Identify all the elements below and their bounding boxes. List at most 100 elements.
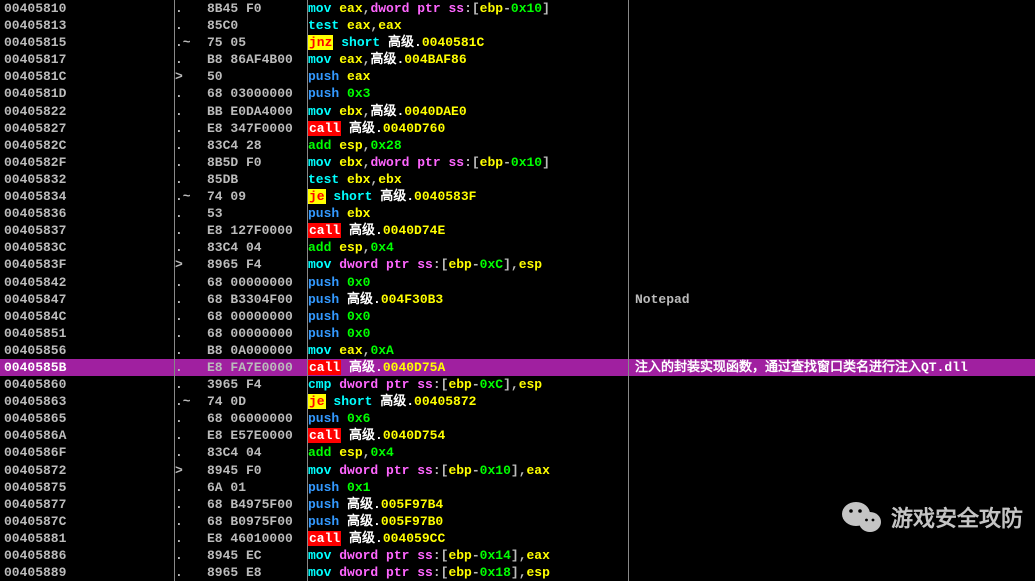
address: 0040582C bbox=[0, 137, 174, 154]
disassembly: add esp,0x28 bbox=[308, 137, 628, 154]
disassembly: push 0x0 bbox=[308, 308, 628, 325]
bytes: 68 06000000 bbox=[207, 410, 307, 427]
address: 0040581C bbox=[0, 68, 174, 85]
comment bbox=[629, 154, 1035, 171]
bytes: E8 347F0000 bbox=[207, 120, 307, 137]
disassembly: mov eax,dword ptr ss:[ebp-0x10] bbox=[308, 0, 628, 17]
marker: . bbox=[175, 547, 207, 564]
address: 00405872 bbox=[0, 462, 174, 479]
asm-row[interactable]: 00405837.E8 127F0000call 高级.0040D74E bbox=[0, 222, 1035, 239]
disassembly: call 高级.0040D754 bbox=[308, 427, 628, 444]
asm-row[interactable]: 0040582C.83C4 28add esp,0x28 bbox=[0, 137, 1035, 154]
asm-row[interactable]: 00405875.6A 01push 0x1 bbox=[0, 479, 1035, 496]
asm-row[interactable]: 00405847.68 B3304F00push 高级.004F30B3Note… bbox=[0, 291, 1035, 308]
asm-row[interactable]: 00405813.85C0test eax,eax bbox=[0, 17, 1035, 34]
asm-row[interactable]: 0040583C.83C4 04add esp,0x4 bbox=[0, 239, 1035, 256]
asm-row[interactable]: 00405856.B8 0A000000mov eax,0xA bbox=[0, 342, 1035, 359]
disassembly: mov eax,0xA bbox=[308, 342, 628, 359]
watermark-badge: 游戏安全攻防 bbox=[841, 499, 1023, 535]
address: 00405822 bbox=[0, 103, 174, 120]
bytes: 83C4 28 bbox=[207, 137, 307, 154]
asm-row[interactable]: 0040583F>8965 F4mov dword ptr ss:[ebp-0x… bbox=[0, 256, 1035, 273]
asm-row[interactable]: 00405832.85DBtest ebx,ebx bbox=[0, 171, 1035, 188]
asm-row[interactable]: 00405822.BB E0DA4000mov ebx,高级.0040DAE0 bbox=[0, 103, 1035, 120]
comment bbox=[629, 205, 1035, 222]
marker: . bbox=[175, 137, 207, 154]
bytes: 8965 E8 bbox=[207, 564, 307, 581]
disassembly-listing[interactable]: 00405810. 8B45 F0mov eax,dword ptr ss:[eb… bbox=[0, 0, 1035, 581]
bytes: 8B45 F0 bbox=[207, 0, 307, 17]
marker: > bbox=[175, 68, 207, 85]
disassembly: add esp,0x4 bbox=[308, 239, 628, 256]
disassembly: mov ebx,dword ptr ss:[ebp-0x10] bbox=[308, 154, 628, 171]
bytes: BB E0DA4000 bbox=[207, 103, 307, 120]
marker: .~ bbox=[175, 188, 207, 205]
comment: Notepad bbox=[629, 291, 1035, 308]
marker: . bbox=[175, 103, 207, 120]
asm-row[interactable]: 00405842.68 00000000push 0x0 bbox=[0, 274, 1035, 291]
marker: . bbox=[175, 85, 207, 102]
comment bbox=[629, 376, 1035, 393]
asm-row[interactable]: 00405860.3965 F4cmp dword ptr ss:[ebp-0x… bbox=[0, 376, 1035, 393]
disassembly: jnz short 高级.0040581C bbox=[308, 34, 628, 51]
asm-row[interactable]: 0040585B.E8 FA7E0000call 高级.0040D75A注入的封… bbox=[0, 359, 1035, 376]
marker: > bbox=[175, 462, 207, 479]
disassembly: push 高级.005F97B4 bbox=[308, 496, 628, 513]
asm-row[interactable]: 00405851.68 00000000push 0x0 bbox=[0, 325, 1035, 342]
asm-row[interactable]: 00405815.~75 05jnz short 高级.0040581C bbox=[0, 34, 1035, 51]
asm-row[interactable]: 0040586F.83C4 04add esp,0x4 bbox=[0, 444, 1035, 461]
address: 00405856 bbox=[0, 342, 174, 359]
disassembly: push 0x0 bbox=[308, 274, 628, 291]
asm-row[interactable]: 00405827.E8 347F0000call 高级.0040D760 bbox=[0, 120, 1035, 137]
asm-row[interactable]: 00405872>8945 F0mov dword ptr ss:[ebp-0x… bbox=[0, 462, 1035, 479]
marker: . bbox=[175, 239, 207, 256]
bytes: 50 bbox=[207, 68, 307, 85]
address: 00405842 bbox=[0, 274, 174, 291]
address: 00405865 bbox=[0, 410, 174, 427]
asm-row[interactable]: 0040581C>50push eax bbox=[0, 68, 1035, 85]
comment bbox=[629, 68, 1035, 85]
bytes: 68 03000000 bbox=[207, 85, 307, 102]
comment bbox=[629, 239, 1035, 256]
address: 0040581D bbox=[0, 85, 174, 102]
comment bbox=[629, 188, 1035, 205]
address: 00405813 bbox=[0, 17, 174, 34]
bytes: 74 0D bbox=[207, 393, 307, 410]
address: 0040582F bbox=[0, 154, 174, 171]
asm-row[interactable]: 0040584C.68 00000000push 0x0 bbox=[0, 308, 1035, 325]
address: 00405851 bbox=[0, 325, 174, 342]
asm-row[interactable]: 00405817.B8 86AF4B00mov eax,高级.004BAF86 bbox=[0, 51, 1035, 68]
disassembly: push 0x3 bbox=[308, 85, 628, 102]
marker: .~ bbox=[175, 393, 207, 410]
disassembly: mov dword ptr ss:[ebp-0x10],eax bbox=[308, 462, 628, 479]
bytes: E8 46010000 bbox=[207, 530, 307, 547]
comment bbox=[629, 51, 1035, 68]
asm-row[interactable]: 0040582F.8B5D F0mov ebx,dword ptr ss:[eb… bbox=[0, 154, 1035, 171]
asm-row[interactable]: 0040581D.68 03000000push 0x3 bbox=[0, 85, 1035, 102]
disassembly: push eax bbox=[308, 68, 628, 85]
marker: . bbox=[175, 359, 207, 376]
asm-row[interactable]: 00405886.8945 ECmov dword ptr ss:[ebp-0x… bbox=[0, 547, 1035, 564]
comment bbox=[629, 444, 1035, 461]
disassembly: mov dword ptr ss:[ebp-0x18],esp bbox=[308, 564, 628, 581]
asm-row[interactable]: 00405865.68 06000000push 0x6 bbox=[0, 410, 1035, 427]
asm-row[interactable]: 00405810.8B45 F0mov eax,dword ptr ss:[eb… bbox=[0, 0, 1035, 17]
bytes: 3965 F4 bbox=[207, 376, 307, 393]
asm-row[interactable]: 00405836.53push ebx bbox=[0, 205, 1035, 222]
marker: . bbox=[175, 51, 207, 68]
bytes: E8 E57E0000 bbox=[207, 427, 307, 444]
address: 0040583F bbox=[0, 256, 174, 273]
asm-row[interactable]: 00405889.8965 E8mov dword ptr ss:[ebp-0x… bbox=[0, 564, 1035, 581]
comment bbox=[629, 462, 1035, 479]
asm-row[interactable]: 0040586A.E8 E57E0000call 高级.0040D754 bbox=[0, 427, 1035, 444]
bytes: 68 00000000 bbox=[207, 308, 307, 325]
comment bbox=[629, 34, 1035, 51]
bytes: 85DB bbox=[207, 171, 307, 188]
comment bbox=[629, 0, 1035, 17]
bytes: 8945 EC bbox=[207, 547, 307, 564]
address: 00405832 bbox=[0, 171, 174, 188]
asm-row[interactable]: 00405863.~74 0Dje short 高级.00405872 bbox=[0, 393, 1035, 410]
disassembly: push 0x1 bbox=[308, 479, 628, 496]
asm-row[interactable]: 00405834.~74 09je short 高级.0040583F bbox=[0, 188, 1035, 205]
address: 00405810 bbox=[0, 0, 174, 17]
